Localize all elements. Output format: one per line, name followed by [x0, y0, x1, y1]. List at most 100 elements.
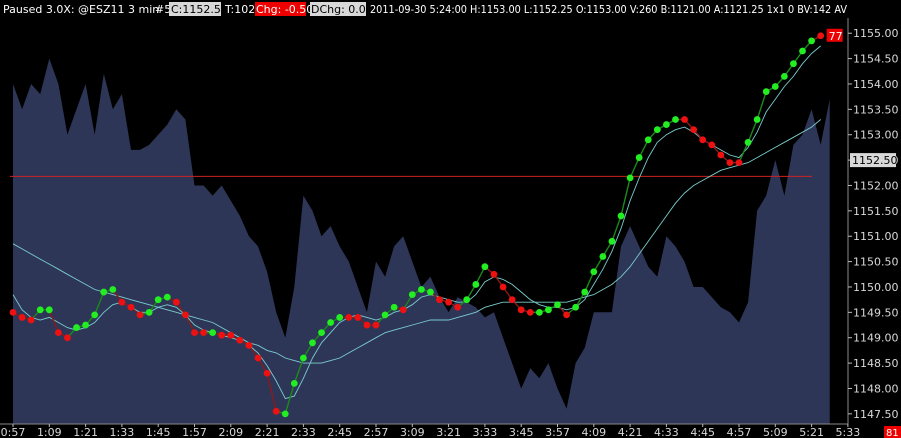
price-segment	[620, 177, 631, 217]
y-tick-label: 1154.50	[853, 53, 899, 66]
x-tick-label: 4:21	[618, 426, 643, 438]
last-bar-badge: 77	[829, 30, 843, 43]
x-tick-label: 1:57	[182, 426, 207, 438]
x-tick-label: 4:33	[654, 426, 679, 438]
y-tick-label: 1149.00	[853, 332, 899, 345]
x-tick-label: 4:45	[690, 426, 715, 438]
price-point	[209, 329, 217, 337]
price-point	[508, 296, 516, 304]
y-axis: 1155.00 1154.50 1154.00 1153.50 1153.00 1152.…	[847, 18, 899, 424]
y-tick-label: 1150.50	[853, 256, 899, 269]
x-tick-label: 3:09	[400, 426, 425, 438]
price-point	[182, 311, 189, 319]
x-tick-label: 5:33	[836, 426, 861, 438]
price-point	[499, 283, 507, 291]
header-dchg: DChg: 0.00	[311, 3, 373, 16]
y-tick-label: 1154.00	[853, 78, 899, 91]
x-tick-label: 1:21	[73, 426, 98, 438]
price-point	[445, 298, 452, 306]
price-point	[372, 321, 380, 329]
price-point	[272, 407, 280, 415]
price-point	[254, 354, 262, 362]
price-point	[581, 288, 589, 296]
price-point	[318, 329, 325, 337]
x-tick-label: 3:57	[545, 426, 570, 438]
x-tick-label: 3:33	[473, 426, 498, 438]
price-point	[708, 141, 716, 149]
price-segment	[611, 215, 622, 242]
price-point	[653, 126, 661, 134]
price-point	[163, 293, 171, 301]
price-point	[672, 116, 679, 123]
price-point	[309, 339, 316, 347]
corner-badge: 81	[886, 428, 899, 438]
price-point	[109, 286, 117, 293]
header-info: 2011-09-30 5:24:00 H:1153.00 L:1152.25 O…	[370, 3, 847, 16]
price-point	[454, 303, 462, 311]
price-point	[599, 253, 607, 260]
price-point	[100, 288, 108, 296]
x-tick-label: 0:57	[1, 426, 26, 438]
price-point	[154, 296, 162, 304]
x-tick-label: 1:45	[146, 426, 171, 438]
y-tick-label: 1152.00	[853, 179, 899, 192]
price-point	[590, 268, 598, 276]
price-point	[245, 341, 253, 349]
price-point	[554, 301, 561, 309]
price-point	[517, 306, 525, 314]
price-point	[290, 380, 298, 387]
price-point	[436, 296, 443, 304]
price-point	[45, 306, 53, 314]
price-point	[281, 410, 289, 418]
x-tick-label: 2:33	[291, 426, 316, 438]
price-point	[790, 60, 797, 68]
header-ticks: T:102	[224, 3, 255, 16]
price-point	[354, 314, 362, 321]
price-point	[617, 212, 625, 220]
price-point	[735, 159, 743, 167]
x-tick-label: 2:21	[255, 426, 280, 438]
price-point	[608, 237, 616, 245]
chart-window: Paused 3.0X: @ESZ11 3 min #5 C:1152.50 T…	[0, 0, 901, 438]
y-tick-label: 1155.00	[853, 27, 899, 40]
x-tick-label: 1:09	[37, 426, 62, 438]
price-point	[780, 72, 788, 80]
y-tick-label: 1153.00	[853, 129, 899, 142]
price-point	[136, 311, 144, 319]
price-point	[36, 306, 44, 314]
price-point	[427, 288, 434, 296]
price-point	[535, 308, 543, 316]
price-point	[336, 314, 344, 321]
price-point	[644, 136, 652, 144]
price-point	[762, 88, 770, 95]
y-tick-label: 1147.50	[853, 408, 899, 421]
y-tick-label: 1148.00	[853, 382, 899, 395]
x-tick-label: 5:09	[763, 426, 788, 438]
price-point	[227, 331, 235, 339]
price-point	[808, 37, 815, 45]
header-number: #5	[155, 3, 171, 16]
x-tick-label: 3:21	[436, 426, 461, 438]
x-tick-label: 1:33	[110, 426, 135, 438]
price-point	[626, 174, 634, 182]
y-tick-label: 1151.00	[853, 230, 899, 243]
price-point	[526, 308, 534, 316]
price-point	[218, 331, 226, 339]
price-point	[817, 32, 825, 40]
price-point	[690, 126, 698, 134]
y-tick-label: 1153.50	[853, 103, 899, 116]
price-point	[545, 306, 552, 314]
price-point	[64, 334, 71, 342]
volume-area-layer	[13, 58, 830, 424]
price-point	[145, 308, 153, 316]
price-point	[91, 311, 99, 319]
price-point	[681, 116, 688, 123]
x-tick-label: 3:45	[509, 426, 534, 438]
price-point	[381, 311, 389, 319]
price-chart[interactable]: Paused 3.0X: @ESZ11 3 min #5 C:1152.50 T…	[0, 0, 901, 438]
price-point	[744, 138, 752, 146]
y-tick-label: 1151.50	[853, 205, 899, 218]
y-tick-label: 1148.50	[853, 357, 899, 370]
x-tick-label: 4:57	[727, 426, 752, 438]
price-point	[490, 270, 498, 278]
